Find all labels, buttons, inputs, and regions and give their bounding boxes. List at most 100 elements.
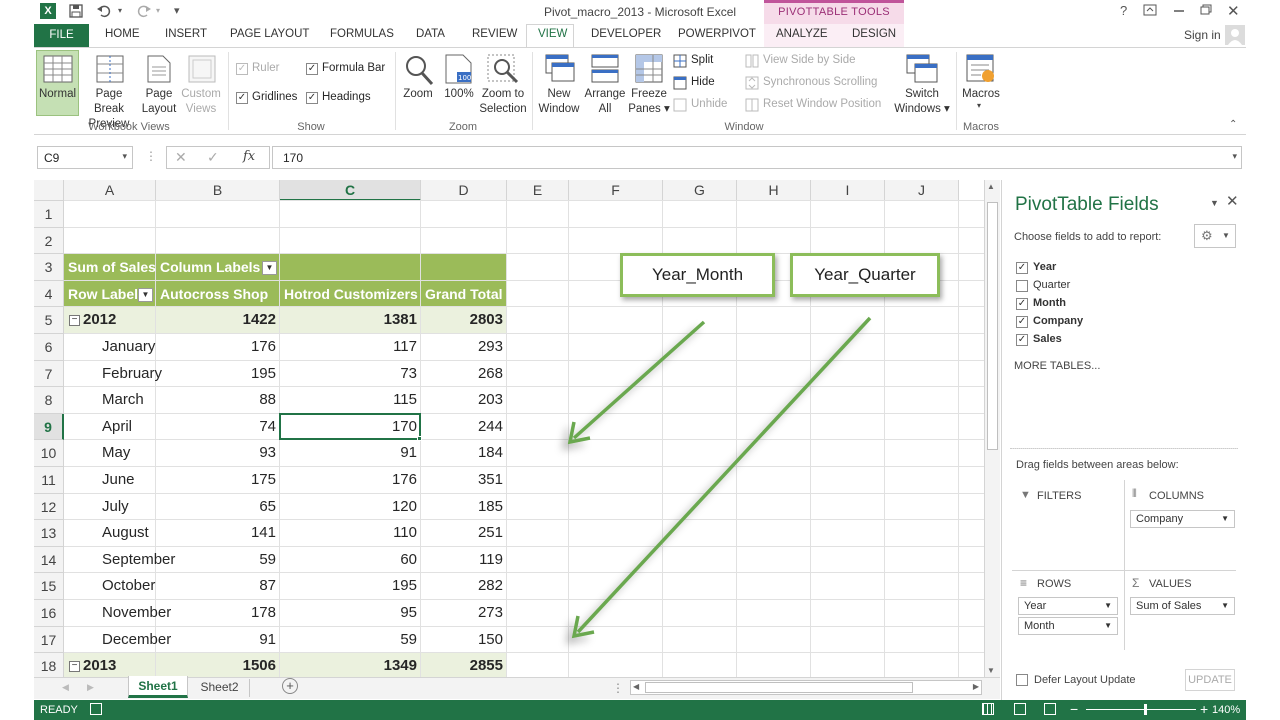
- restore-ribbon-icon[interactable]: [1143, 4, 1157, 19]
- column-header[interactable]: A: [64, 180, 156, 201]
- zoom-button[interactable]: Zoom: [398, 87, 438, 102]
- column-header[interactable]: F: [569, 180, 663, 201]
- synchronous-scrolling-button[interactable]: Synchronous Scrolling: [763, 76, 877, 88]
- split-button[interactable]: Split: [691, 54, 713, 66]
- row-header[interactable]: 11: [34, 467, 64, 494]
- vertical-scroll-thumb[interactable]: [987, 202, 998, 450]
- zoom-to-selection-icon[interactable]: [487, 54, 519, 87]
- pane-close-icon[interactable]: ✕: [1226, 192, 1239, 210]
- macros-dropdown-icon[interactable]: ▾: [977, 101, 981, 110]
- view-side-by-side-icon[interactable]: [745, 54, 759, 71]
- minimize-icon[interactable]: [1173, 1, 1185, 18]
- scroll-right-icon[interactable]: ▶: [973, 682, 979, 691]
- vertical-scrollbar[interactable]: ▲ ▼: [984, 180, 1000, 677]
- reset-window-position-button[interactable]: Reset Window Position: [763, 98, 881, 110]
- selected-cell-c9[interactable]: [279, 412, 421, 441]
- sheet-tab-sheet2[interactable]: Sheet2: [190, 679, 250, 697]
- tab-data[interactable]: DATA: [416, 28, 445, 40]
- field-checkbox-month[interactable]: ✓: [1016, 298, 1028, 310]
- tab-view[interactable]: VIEW: [538, 28, 567, 40]
- tools-button[interactable]: ⚙ ▼: [1194, 224, 1236, 248]
- column-header[interactable]: J: [885, 180, 959, 201]
- fill-handle[interactable]: [417, 436, 422, 442]
- field-label-company[interactable]: Company: [1033, 315, 1083, 327]
- page-break-preview-icon[interactable]: [96, 55, 124, 86]
- tab-file[interactable]: FILE: [34, 24, 89, 47]
- column-labels-filter-icon[interactable]: ▼: [262, 261, 277, 276]
- tab-powerpivot[interactable]: POWERPIVOT: [678, 28, 756, 40]
- row-header[interactable]: 16: [34, 600, 64, 627]
- row-header[interactable]: 5: [34, 307, 64, 334]
- maximize-icon[interactable]: [1200, 4, 1212, 19]
- row-header[interactable]: 9: [34, 413, 64, 441]
- normal-view-status-icon[interactable]: [982, 703, 994, 715]
- update-button[interactable]: UPDATE: [1185, 669, 1235, 691]
- new-window-icon[interactable]: [545, 54, 575, 87]
- row-header[interactable]: 3: [34, 254, 64, 281]
- page-layout-icon[interactable]: [147, 55, 171, 86]
- arrange-all-button[interactable]: Arrange All: [582, 87, 628, 117]
- zoom-slider[interactable]: [1086, 709, 1196, 710]
- arrange-all-icon[interactable]: [591, 54, 619, 87]
- synchronous-scrolling-icon[interactable]: [745, 76, 759, 93]
- row-header[interactable]: 1: [34, 201, 64, 228]
- collapse-year-icon[interactable]: −: [69, 661, 80, 673]
- scroll-down-icon[interactable]: ▼: [987, 666, 995, 675]
- formula-bar-checkbox[interactable]: ✓: [306, 63, 318, 75]
- switch-windows-icon[interactable]: [906, 54, 938, 87]
- tab-design[interactable]: DESIGN: [852, 28, 896, 40]
- zoom-out-icon[interactable]: −: [1070, 701, 1078, 717]
- new-window-button[interactable]: New Window: [536, 87, 582, 117]
- field-checkbox-quarter[interactable]: [1016, 280, 1028, 292]
- rows-item-month[interactable]: Month ▼: [1018, 617, 1118, 635]
- column-header[interactable]: H: [737, 180, 811, 201]
- help-icon[interactable]: ?: [1120, 3, 1127, 18]
- hide-icon[interactable]: [673, 76, 687, 93]
- column-header[interactable]: E: [507, 180, 569, 201]
- custom-views-button[interactable]: Custom Views: [180, 87, 222, 117]
- hide-button[interactable]: Hide: [691, 76, 715, 88]
- row-header[interactable]: 8: [34, 387, 64, 414]
- prev-sheet-icon[interactable]: ◀: [62, 682, 69, 693]
- zoom-100-icon[interactable]: 100: [445, 54, 473, 87]
- column-header[interactable]: B: [156, 180, 280, 201]
- field-label-month[interactable]: Month: [1033, 297, 1066, 309]
- column-header[interactable]: C: [280, 180, 421, 201]
- row-header[interactable]: 15: [34, 573, 64, 600]
- rows-item-year[interactable]: Year ▼: [1018, 597, 1118, 615]
- headings-checkbox[interactable]: ✓: [306, 92, 318, 104]
- column-header[interactable]: G: [663, 180, 737, 201]
- column-header[interactable]: I: [811, 180, 885, 201]
- gridlines-checkbox[interactable]: ✓: [236, 92, 248, 104]
- field-checkbox-year[interactable]: ✓: [1016, 262, 1028, 274]
- tab-developer[interactable]: DEVELOPER: [591, 28, 661, 40]
- pane-options-dropdown-icon[interactable]: ▼: [1210, 198, 1219, 208]
- name-box-dropdown-icon[interactable]: ▾: [122, 151, 127, 162]
- switch-windows-button[interactable]: Switch Windows ▾: [892, 87, 952, 117]
- scroll-up-icon[interactable]: ▲: [987, 182, 995, 191]
- row-header[interactable]: 2: [34, 227, 64, 255]
- field-checkbox-company[interactable]: ✓: [1016, 316, 1028, 328]
- row-header[interactable]: 14: [34, 546, 64, 574]
- sign-in-link[interactable]: Sign in: [1184, 28, 1221, 42]
- columns-item-company[interactable]: Company ▼: [1130, 510, 1235, 528]
- row-labels-filter-icon[interactable]: ▼: [138, 287, 153, 302]
- ruler-checkbox[interactable]: ✓: [236, 63, 248, 75]
- sheet-tab-sheet1[interactable]: Sheet1: [128, 676, 188, 698]
- field-checkbox-sales[interactable]: ✓: [1016, 334, 1028, 346]
- tab-analyze[interactable]: ANALYZE: [776, 28, 828, 40]
- scroll-left-icon[interactable]: ◀: [633, 682, 639, 691]
- field-label-sales[interactable]: Sales: [1033, 333, 1062, 345]
- collapse-ribbon-icon[interactable]: ⌃: [1229, 119, 1237, 130]
- row-header[interactable]: 13: [34, 520, 64, 547]
- row-header[interactable]: 4: [34, 280, 64, 308]
- tab-review[interactable]: REVIEW: [472, 28, 517, 40]
- macros-icon[interactable]: [966, 54, 996, 87]
- zoom-level[interactable]: 140%: [1212, 704, 1240, 716]
- name-box[interactable]: C9 ▾: [37, 146, 133, 169]
- zoom-to-selection-button[interactable]: Zoom to Selection: [478, 87, 528, 117]
- tab-page-layout[interactable]: PAGE LAYOUT: [230, 28, 309, 40]
- page-layout-button[interactable]: Page Layout: [138, 87, 180, 117]
- page-layout-status-icon[interactable]: [1014, 703, 1026, 715]
- column-header[interactable]: D: [421, 180, 507, 201]
